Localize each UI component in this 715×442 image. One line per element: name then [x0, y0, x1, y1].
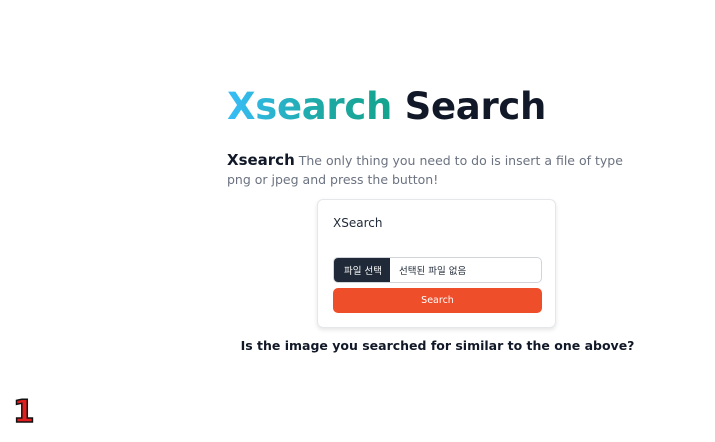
- upload-card: XSearch 파일 선택 선택된 파일 없음 Search: [317, 199, 556, 328]
- intro-brand: Xsearch: [227, 151, 295, 169]
- feedback-question: Is the image you searched for similar to…: [240, 338, 635, 353]
- choose-file-button[interactable]: 파일 선택: [334, 258, 390, 282]
- card-title: XSearch: [333, 216, 383, 230]
- brand-name: Xsearch: [227, 85, 393, 128]
- page-title: Xsearch Search: [227, 84, 546, 130]
- file-status-text: 선택된 파일 없음: [398, 266, 467, 277]
- file-input[interactable]: 파일 선택 선택된 파일 없음: [333, 257, 542, 283]
- intro-text: Xsearch The only thing you need to do is…: [227, 151, 637, 189]
- page-counter: 1: [12, 393, 35, 431]
- search-button[interactable]: Search: [333, 288, 542, 313]
- page-title-suffix: Search: [404, 85, 547, 128]
